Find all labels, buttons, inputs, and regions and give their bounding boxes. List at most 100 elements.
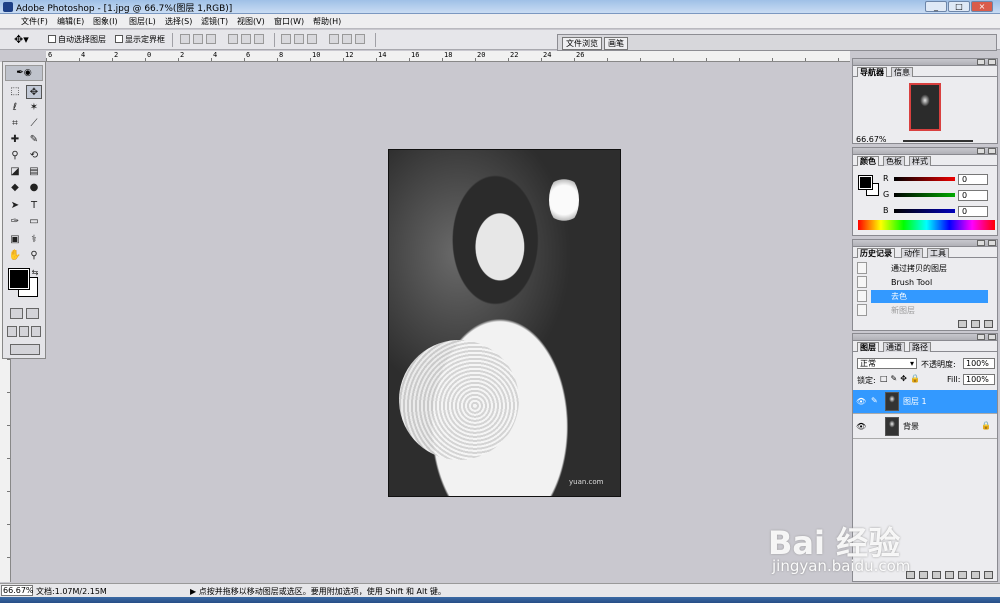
navigator-zoom[interactable]: 66.67% — [856, 135, 887, 144]
panel-minimize-button[interactable] — [977, 240, 985, 246]
menu-select[interactable]: 选择(S) — [165, 16, 192, 27]
show-bounds-checkbox[interactable] — [115, 35, 123, 43]
tab-paths[interactable]: 路径 — [909, 342, 931, 352]
history-snapshot-box[interactable] — [857, 262, 867, 274]
eye-icon[interactable]: 👁 — [856, 397, 866, 407]
tab-channels[interactable]: 通道 — [883, 342, 905, 352]
screen-mode-full-menu-button[interactable] — [19, 326, 29, 337]
panel-minimize-button[interactable] — [977, 148, 985, 154]
lock-icons[interactable]: □✎✥🔒 — [880, 374, 923, 383]
crop-tool-icon[interactable]: ⌗ — [7, 117, 23, 131]
navigator-zoom-slider[interactable] — [903, 140, 973, 142]
adobe-logo-icon[interactable]: ✒◉ — [5, 65, 43, 81]
align-edge-buttons[interactable] — [228, 34, 264, 45]
history-snapshot-box[interactable] — [857, 304, 867, 316]
tab-color[interactable]: 颜色 — [857, 156, 879, 166]
tab-swatches[interactable]: 色板 — [883, 156, 905, 166]
layer-row[interactable]: 👁 背景 🔒 — [853, 415, 997, 439]
move-tool-icon[interactable]: ✥ — [26, 85, 42, 99]
standard-mode-button[interactable] — [10, 308, 23, 319]
panel-minimize-button[interactable] — [977, 334, 985, 340]
tab-navigator[interactable]: 导航器 — [857, 67, 887, 77]
swap-colors-icon[interactable]: ⇆ — [30, 266, 40, 280]
fill-input[interactable]: 100% — [963, 374, 995, 385]
tab-styles[interactable]: 样式 — [909, 156, 931, 166]
panel-close-button[interactable] — [988, 59, 996, 65]
tab-history[interactable]: 历史记录 — [857, 248, 895, 258]
menu-layer[interactable]: 图层(L) — [129, 16, 156, 27]
menu-window[interactable]: 窗口(W) — [274, 16, 304, 27]
menu-file[interactable]: 文件(F) — [21, 16, 48, 27]
tab-tools[interactable]: 工具 — [927, 248, 949, 258]
screen-mode-full-button[interactable] — [31, 326, 41, 337]
lasso-tool-icon[interactable]: ℓ — [7, 101, 23, 115]
tab-info[interactable]: 信息 — [891, 67, 913, 77]
green-value[interactable]: 0 — [958, 190, 988, 201]
distribute-buttons[interactable] — [281, 34, 317, 45]
new-document-icon[interactable] — [958, 320, 967, 328]
document-canvas[interactable]: yuan.com — [388, 149, 621, 497]
auto-select-checkbox[interactable] — [48, 35, 56, 43]
quick-mask-button[interactable] — [26, 308, 39, 319]
tab-actions[interactable]: 动作 — [901, 248, 923, 258]
panel-minimize-button[interactable] — [977, 59, 985, 65]
marquee-tool-icon[interactable]: ⬚ — [7, 85, 23, 99]
status-zoom-input[interactable]: 66.67% — [1, 585, 34, 596]
layer-row-selected[interactable]: 👁 ✎ 图层 1 — [853, 390, 997, 414]
close-button[interactable]: × — [971, 1, 993, 12]
history-item[interactable]: 通过拷贝的图层 — [871, 262, 988, 275]
blue-value[interactable]: 0 — [958, 206, 988, 217]
foreground-color-swatch[interactable] — [8, 268, 30, 290]
blend-mode-select[interactable]: 正常 ▾ — [857, 358, 917, 369]
jump-to-imageready-button[interactable] — [10, 344, 40, 355]
color-foreground-swatch[interactable] — [858, 175, 873, 190]
path-selection-tool-icon[interactable]: ➤ — [7, 199, 23, 213]
brush-tool-icon[interactable]: ✎ — [26, 133, 42, 147]
history-item[interactable]: Brush Tool — [871, 276, 988, 289]
hand-tool-icon[interactable]: ✋ — [7, 249, 23, 263]
history-item[interactable]: 新图层 — [871, 304, 988, 317]
move-tool-preset-icon[interactable]: ✥▾ — [14, 33, 29, 46]
red-slider[interactable] — [894, 177, 955, 181]
new-layer-icon[interactable] — [971, 571, 980, 579]
gradient-tool-icon[interactable]: ▤ — [26, 165, 42, 179]
dodge-tool-icon[interactable]: ● — [26, 181, 42, 195]
menu-view[interactable]: 视图(V) — [237, 16, 265, 27]
menu-edit[interactable]: 编辑(E) — [57, 16, 84, 27]
trash-icon[interactable] — [984, 320, 993, 328]
adjustment-layer-icon[interactable] — [945, 571, 954, 579]
new-group-icon[interactable] — [958, 571, 967, 579]
shape-tool-icon[interactable]: ▭ — [26, 215, 42, 229]
layer-style-icon[interactable] — [919, 571, 928, 579]
eraser-tool-icon[interactable]: ◪ — [7, 165, 23, 179]
mask-icon[interactable] — [932, 571, 941, 579]
history-item-selected[interactable]: 去色 — [871, 290, 988, 303]
snapshot-icon[interactable] — [971, 320, 980, 328]
color-spectrum-bar[interactable] — [858, 220, 995, 230]
menu-filter[interactable]: 滤镜(T) — [201, 16, 228, 27]
menu-image[interactable]: 图象(I) — [93, 16, 118, 27]
tab-layers[interactable]: 图层 — [857, 342, 879, 352]
green-slider[interactable] — [894, 193, 955, 197]
document-size[interactable]: 文档:1.07M/2.15M — [36, 586, 107, 597]
panel-close-button[interactable] — [988, 148, 996, 154]
menu-help[interactable]: 帮助(H) — [313, 16, 341, 27]
screen-mode-standard-button[interactable] — [7, 326, 17, 337]
slice-tool-icon[interactable]: ⟋ — [26, 117, 42, 131]
clone-stamp-tool-icon[interactable]: ⚲ — [7, 149, 23, 163]
eyedropper-tool-icon[interactable]: ⚕ — [26, 233, 42, 247]
panel-close-button[interactable] — [988, 240, 996, 246]
notes-tool-icon[interactable]: ▣ — [7, 233, 23, 247]
pen-tool-icon[interactable]: ✑ — [7, 215, 23, 229]
minimize-button[interactable]: _ — [925, 1, 947, 12]
blue-slider[interactable] — [894, 209, 955, 213]
type-tool-icon[interactable]: T — [26, 199, 42, 213]
history-snapshot-box[interactable] — [857, 276, 867, 288]
history-snapshot-box[interactable] — [857, 290, 867, 302]
red-value[interactable]: 0 — [958, 174, 988, 185]
opacity-input[interactable]: 100% — [963, 358, 995, 369]
history-brush-tool-icon[interactable]: ⟲ — [26, 149, 42, 163]
navigator-thumbnail[interactable] — [909, 83, 941, 131]
file-browser-tab[interactable]: 文件浏览 — [562, 37, 602, 50]
panel-close-button[interactable] — [988, 334, 996, 340]
